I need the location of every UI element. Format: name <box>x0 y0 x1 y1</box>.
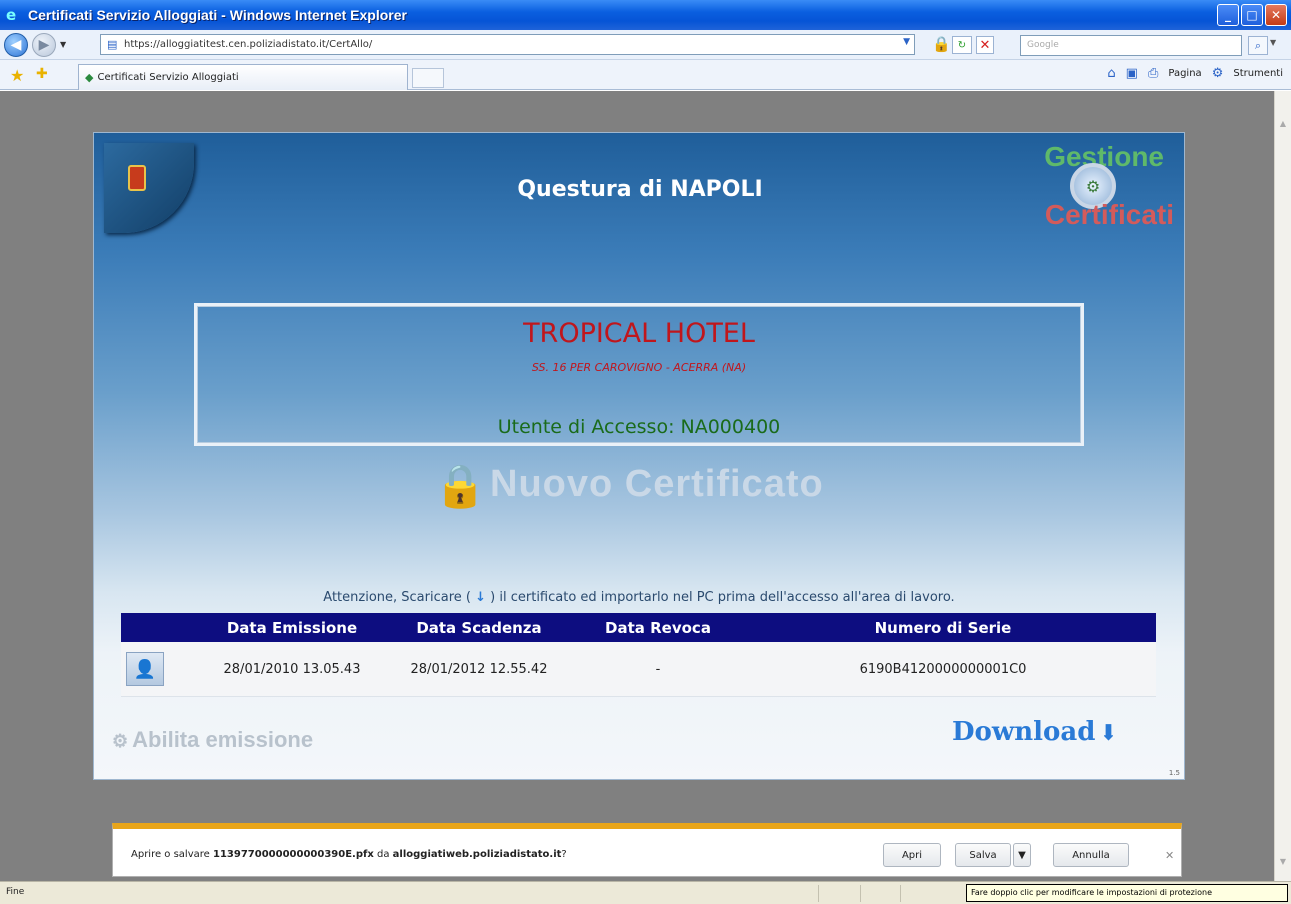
window-titlebar: e Certificati Servizio Alloggiati - Wind… <box>0 0 1291 30</box>
download-small-icon: ↓ <box>475 590 487 605</box>
page-menu[interactable]: Pagina <box>1168 68 1201 79</box>
command-tools: ⌂ ▣ ⎙ Pagina ⚙ Strumenti <box>1107 66 1283 81</box>
certificate-table: Data Emissione Data Scadenza Data Revoca… <box>121 613 1156 697</box>
access-user: Utente di Accesso: NA000400 <box>497 416 781 438</box>
print-icon[interactable]: ⎙ <box>1148 66 1158 81</box>
favorites-star-icon[interactable]: ★ <box>10 66 24 85</box>
security-lock-icon[interactable]: 🔒 <box>932 35 951 53</box>
version-label: 1.5 <box>1168 769 1180 777</box>
feeds-icon[interactable]: ▣ <box>1126 66 1138 81</box>
close-button[interactable]: ✕ <box>1265 4 1287 26</box>
tab-label: Certificati Servizio Alloggiati <box>97 72 239 83</box>
forward-button[interactable]: ▶ <box>32 32 56 57</box>
search-icon[interactable]: ⌕ <box>1248 36 1268 55</box>
address-dropdown-icon[interactable]: ▼ <box>903 37 910 47</box>
address-input[interactable]: ▤ https://alloggiatitest.cen.poliziadist… <box>100 34 915 55</box>
cell-emissione: 28/01/2010 13.05.43 <box>223 661 361 677</box>
table-header: Data Emissione Data Scadenza Data Revoca… <box>121 613 1156 642</box>
minimize-button[interactable]: _ <box>1217 4 1239 26</box>
scroll-up-icon[interactable]: ▲ <box>1277 119 1289 133</box>
scroll-down-icon[interactable]: ▼ <box>1277 857 1289 871</box>
header-numero-serie: Numero di Serie <box>874 618 1012 637</box>
new-tab-button[interactable] <box>412 68 444 88</box>
command-bar: ★ ✚ ◆ Certificati Servizio Alloggiati ⌂ … <box>0 60 1291 90</box>
add-favorite-icon[interactable]: ✚ <box>36 66 48 82</box>
page-icon: ▤ <box>107 37 118 51</box>
certificate-user-icon[interactable]: 👤 <box>126 652 164 686</box>
hotel-name: TROPICAL HOTEL <box>523 318 755 349</box>
header-data-revoca: Data Revoca <box>605 618 711 637</box>
tools-menu[interactable]: Strumenti <box>1233 68 1283 79</box>
hotel-address: SS. 16 PER CAROVIGNO - ACERRA (NA) <box>531 361 747 374</box>
notice-before: Attenzione, Scaricare ( <box>323 590 471 605</box>
vertical-scrollbar[interactable]: ▲ ▼ <box>1274 91 1291 881</box>
cancel-button[interactable]: Annulla <box>1053 843 1129 867</box>
close-notification-icon[interactable]: ✕ <box>1165 849 1174 862</box>
search-input[interactable]: Google <box>1020 35 1242 56</box>
certificate-lock-icon: 🔒 <box>434 461 487 510</box>
enable-issue-icon: ⚙ <box>112 731 129 751</box>
download-notice: Attenzione, Scaricare ( ↓ ) il certifica… <box>94 590 1184 605</box>
msg-filename: 1139770000000000390E.pfx <box>213 849 374 860</box>
save-dropdown-icon[interactable]: ▼ <box>1013 843 1031 867</box>
cell-revoca: - <box>655 661 661 677</box>
window-title: Certificati Servizio Alloggiati - Window… <box>28 7 407 23</box>
new-certificate-label: Nuovo Certificato <box>490 463 824 505</box>
home-icon[interactable]: ⌂ <box>1107 66 1115 81</box>
msg-prefix: Aprire o salvare <box>131 849 210 860</box>
download-button[interactable]: Download ⬇ <box>952 717 1118 747</box>
ie-logo-icon: e <box>6 6 17 24</box>
notice-after: ) il certificato ed importarlo nel PC pr… <box>490 590 955 605</box>
open-button[interactable]: Apri <box>883 843 941 867</box>
tab-certificati[interactable]: ◆ Certificati Servizio Alloggiati <box>78 64 408 90</box>
new-certificate-button[interactable]: 🔒 Nuovo Certificato <box>434 455 854 525</box>
logo-bottom-text: Certificati <box>1044 199 1174 230</box>
msg-host: alloggiatiweb.poliziadistato.it <box>392 849 562 860</box>
refresh-button[interactable]: ↻ <box>952 36 972 54</box>
window-controls: _ □ ✕ <box>1217 4 1287 26</box>
status-divider <box>860 885 861 902</box>
download-arrow-icon: ⬇ <box>1099 720 1118 746</box>
msg-suffix: ? <box>561 849 567 860</box>
status-text: Fine <box>6 887 25 897</box>
download-notification-bar: Aprire o salvare 1139770000000000390E.pf… <box>112 823 1182 877</box>
status-divider <box>818 885 819 902</box>
maximize-button[interactable]: □ <box>1241 4 1263 26</box>
enable-issue-label: Abilita emissione <box>132 727 314 752</box>
cell-serie: 6190B4120000000001C0 <box>859 661 1027 677</box>
table-row[interactable]: 👤 28/01/2010 13.05.43 28/01/2012 12.55.4… <box>121 642 1156 697</box>
download-message: Aprire o salvare 1139770000000000390E.pf… <box>131 849 567 860</box>
status-bar: Fine Fare doppio clic per modificare le … <box>0 881 1291 904</box>
search-dropdown-icon[interactable]: ▼ <box>1270 38 1276 47</box>
cell-scadenza: 28/01/2012 12.55.42 <box>410 661 548 677</box>
save-button[interactable]: Salva <box>955 843 1011 867</box>
history-dropdown-icon[interactable]: ▼ <box>60 40 66 49</box>
certificate-panel: Questura di NAPOLI Gestione ⚙ Certificat… <box>93 132 1185 780</box>
back-button[interactable]: ◀ <box>4 32 28 57</box>
url-text: https://alloggiatitest.cen.poliziadistat… <box>124 39 373 50</box>
tools-gear-icon: ⚙ <box>1211 66 1224 81</box>
enable-issue-button[interactable]: ⚙ Abilita emissione <box>112 727 313 753</box>
download-label: Download <box>952 717 1096 747</box>
stop-button[interactable]: ✕ <box>976 36 994 54</box>
msg-middle: da <box>376 849 390 860</box>
hotel-info-box: TROPICAL HOTEL SS. 16 PER CAROVIGNO - AC… <box>194 303 1084 446</box>
header-data-emissione: Data Emissione <box>226 618 358 637</box>
tab-page-icon: ◆ <box>85 71 94 84</box>
gestione-certificati-logo: Gestione ⚙ Certificati <box>1014 141 1174 241</box>
protection-tooltip: Fare doppio clic per modificare le impos… <box>966 884 1288 902</box>
status-divider <box>900 885 901 902</box>
header-data-scadenza: Data Scadenza <box>416 618 542 637</box>
